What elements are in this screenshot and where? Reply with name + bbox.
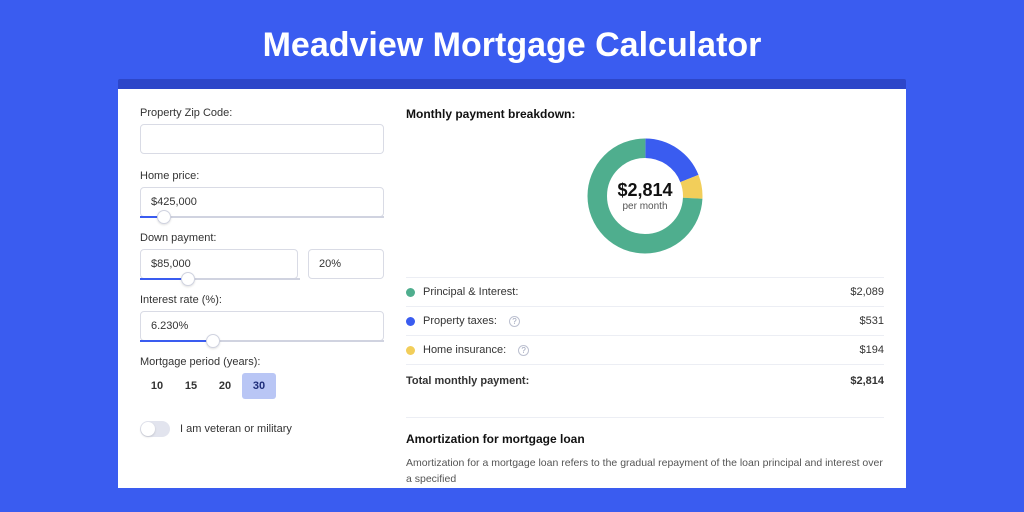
interest-rate-slider[interactable] [140,340,384,342]
help-icon[interactable]: ? [518,345,529,356]
home-price-slider[interactable] [140,216,384,218]
amortization-title: Amortization for mortgage loan [406,417,884,446]
dot-principal-icon [406,288,415,297]
down-payment-label: Down payment: [140,232,384,244]
breakdown-title: Monthly payment breakdown: [406,107,884,121]
down-payment-amount-input[interactable] [140,249,298,279]
row-principal: Principal & Interest: $2,089 [406,277,884,306]
page-title: Meadview Mortgage Calculator [0,0,1024,79]
insurance-label: Home insurance: [423,344,506,356]
down-payment-slider[interactable] [140,278,300,280]
home-price-input[interactable] [140,187,384,217]
interest-rate-label: Interest rate (%): [140,294,384,306]
dot-taxes-icon [406,317,415,326]
row-total: Total monthly payment: $2,814 [406,364,884,395]
home-price-label: Home price: [140,170,384,182]
zip-label: Property Zip Code: [140,107,384,119]
period-30[interactable]: 30 [242,373,276,399]
interest-rate-input[interactable] [140,311,384,341]
donut-amount: $2,814 [617,180,672,201]
slider-thumb[interactable] [157,210,171,224]
mortgage-period-label: Mortgage period (years): [140,356,384,368]
slider-thumb[interactable] [206,334,220,348]
veteran-label: I am veteran or military [180,423,292,435]
inputs-column: Property Zip Code: Home price: Down paym… [140,107,384,488]
period-20[interactable]: 20 [208,373,242,399]
taxes-label: Property taxes: [423,315,497,327]
help-icon[interactable]: ? [509,316,520,327]
amortization-text: Amortization for a mortgage loan refers … [406,456,884,488]
donut-chart: $2,814 per month [406,133,884,259]
breakdown-column: Monthly payment breakdown: $2,814 per mo… [384,107,884,488]
period-10[interactable]: 10 [140,373,174,399]
card-shadow: Property Zip Code: Home price: Down paym… [118,79,906,488]
dot-insurance-icon [406,346,415,355]
principal-value: $2,089 [850,286,884,298]
total-value: $2,814 [850,375,884,387]
insurance-value: $194 [860,344,884,356]
donut-sub: per month [617,201,672,212]
zip-input[interactable] [140,124,384,154]
row-taxes: Property taxes: ? $531 [406,306,884,335]
principal-label: Principal & Interest: [423,286,518,298]
period-15[interactable]: 15 [174,373,208,399]
mortgage-period-buttons: 10 15 20 30 [140,373,384,399]
veteran-toggle[interactable] [140,421,170,437]
down-payment-pct-input[interactable] [308,249,384,279]
slider-thumb[interactable] [181,272,195,286]
calculator-card: Property Zip Code: Home price: Down paym… [118,89,906,488]
taxes-value: $531 [860,315,884,327]
total-label: Total monthly payment: [406,375,529,387]
row-insurance: Home insurance: ? $194 [406,335,884,364]
